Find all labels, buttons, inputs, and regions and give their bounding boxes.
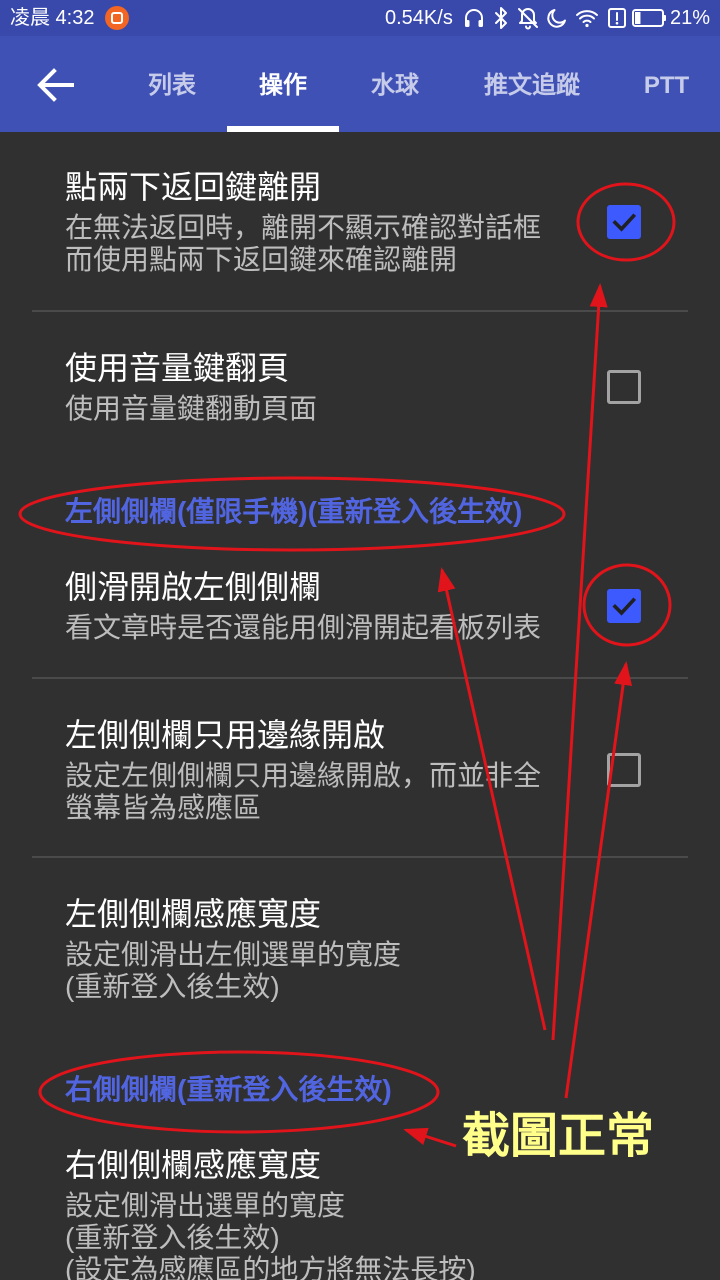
- pref-summary-line: (設定為感應區的地方將無法長按): [65, 1254, 476, 1280]
- pref-left-drawer-edge-only[interactable]: 左側側欄只用邊緣開啟 設定左側側欄只用邊緣開啟，而並非全 螢幕皆為感應區: [0, 715, 720, 824]
- divider: [32, 677, 688, 679]
- notifications-off-icon: [518, 8, 538, 30]
- status-time: 凌晨 4:32: [10, 7, 95, 29]
- pref-text: 左側側欄感應寬度 設定側滑出左側選單的寬度 (重新登入後生效): [65, 894, 641, 1003]
- screen: 凌晨 4:32 0.54K/s 21% 列表 操作 水球 推文追蹤 PTT 點兩…: [0, 0, 720, 1280]
- pref-summary-line: 螢幕皆為感應區: [65, 792, 262, 823]
- double-back-exit-checkbox[interactable]: [607, 204, 641, 239]
- pref-title: 左側側欄只用邊緣開啟: [65, 717, 386, 753]
- pref-summary-line: 在無法返回時，離開不顯示確認對話框: [65, 212, 542, 243]
- pref-text: 側滑開啟左側側欄 看文章時是否還能用側滑開起看板列表: [65, 567, 607, 644]
- pref-summary: 使用音量鍵翻動頁面: [65, 393, 607, 425]
- pref-text: 右側側欄感應寬度 設定側滑出選單的寬度 (重新登入後生效) (設定為感應區的地方…: [65, 1145, 641, 1280]
- pref-text: 點兩下返回鍵離開 在無法返回時，離開不顯示確認對話框 而使用點兩下返回鍵來確認離…: [65, 167, 607, 276]
- pref-title: 側滑開啟左側側欄: [65, 569, 322, 605]
- pref-summary-line: 設定左側側欄只用邊緣開啟，而並非全: [65, 760, 542, 791]
- battery-level-fill: [635, 12, 641, 24]
- tab-water-ball[interactable]: 水球: [339, 36, 451, 132]
- tab-operations[interactable]: 操作: [227, 36, 339, 132]
- pref-summary-line: 使用音量鍵翻動頁面: [65, 393, 318, 424]
- headphones-icon: [465, 9, 483, 27]
- app-notification-icon: [105, 6, 129, 30]
- swipe-open-left-drawer-checkbox[interactable]: [607, 588, 641, 623]
- pref-summary: 設定側滑出選單的寬度 (重新登入後生效) (設定為感應區的地方將無法長按): [65, 1190, 641, 1280]
- pref-volume-key-paging[interactable]: 使用音量鍵翻頁 使用音量鍵翻動頁面: [0, 348, 720, 425]
- tab-ptt[interactable]: PTT: [613, 36, 720, 132]
- back-button[interactable]: [32, 61, 80, 109]
- tab-push-tracking[interactable]: 推文追蹤: [451, 36, 613, 132]
- pref-title: 使用音量鍵翻頁: [65, 350, 290, 386]
- annotation-arrow: [403, 1127, 457, 1148]
- pref-summary: 在無法返回時，離開不顯示確認對話框 而使用點兩下返回鍵來確認離開: [65, 212, 607, 276]
- app-bar: 列表 操作 水球 推文追蹤 PTT: [0, 36, 720, 132]
- pref-summary-line: 看文章時是否還能用側滑開起看板列表: [65, 612, 542, 643]
- pref-summary-line: (重新登入後生效): [65, 971, 280, 1002]
- volume-key-paging-checkbox[interactable]: [607, 369, 641, 404]
- bluetooth-icon: [495, 7, 507, 29]
- tab-list[interactable]: 列表: [116, 36, 228, 132]
- divider: [32, 856, 688, 858]
- category-right-drawer: 右側側欄(重新登入後生效): [65, 1074, 392, 1105]
- pref-summary-line: 設定側滑出左側選單的寬度: [65, 939, 402, 970]
- left-drawer-edge-only-checkbox[interactable]: [607, 752, 641, 787]
- divider: [32, 310, 688, 312]
- battery-icon: [632, 9, 666, 27]
- wifi-icon: [576, 10, 598, 28]
- arrow-back-icon: [37, 68, 74, 102]
- pref-right-drawer-sensing-width[interactable]: 右側側欄感應寬度 設定側滑出選單的寬度 (重新登入後生效) (設定為感應區的地方…: [0, 1145, 720, 1280]
- annotation-caption: 截圖正常: [462, 1110, 655, 1163]
- pref-title: 左側側欄感應寬度: [65, 896, 322, 932]
- pref-summary-line: 設定側滑出選單的寬度: [65, 1190, 346, 1221]
- pref-text: 使用音量鍵翻頁 使用音量鍵翻動頁面: [65, 348, 607, 425]
- pref-summary-line: (重新登入後生效): [65, 1222, 280, 1253]
- pref-swipe-open-left-drawer[interactable]: 側滑開啟左側側欄 看文章時是否還能用側滑開起看板列表: [0, 567, 720, 644]
- pref-title: 點兩下返回鍵離開: [65, 169, 322, 205]
- moon-icon: [547, 9, 566, 28]
- status-bar: 凌晨 4:32 0.54K/s 21%: [0, 0, 720, 36]
- pref-double-back-exit[interactable]: 點兩下返回鍵離開 在無法返回時，離開不顯示確認對話框 而使用點兩下返回鍵來確認離…: [0, 167, 720, 276]
- check-icon: [612, 596, 637, 616]
- pref-summary-line: 而使用點兩下返回鍵來確認離開: [65, 244, 458, 275]
- battery-percent: 21%: [670, 7, 711, 29]
- network-speed: 0.54K/s: [385, 7, 453, 29]
- pref-text: 左側側欄只用邊緣開啟 設定左側側欄只用邊緣開啟，而並非全 螢幕皆為感應區: [65, 715, 607, 824]
- alert-icon: [608, 8, 626, 28]
- category-left-drawer: 左側側欄(僅限手機)(重新登入後生效): [65, 496, 523, 527]
- pref-left-drawer-sensing-width[interactable]: 左側側欄感應寬度 設定側滑出左側選單的寬度 (重新登入後生效): [0, 894, 720, 1003]
- pref-summary: 看文章時是否還能用側滑開起看板列表: [65, 612, 607, 644]
- pref-summary: 設定側滑出左側選單的寬度 (重新登入後生效): [65, 939, 641, 1003]
- pref-summary: 設定左側側欄只用邊緣開啟，而並非全 螢幕皆為感應區: [65, 760, 607, 824]
- check-icon: [612, 212, 637, 232]
